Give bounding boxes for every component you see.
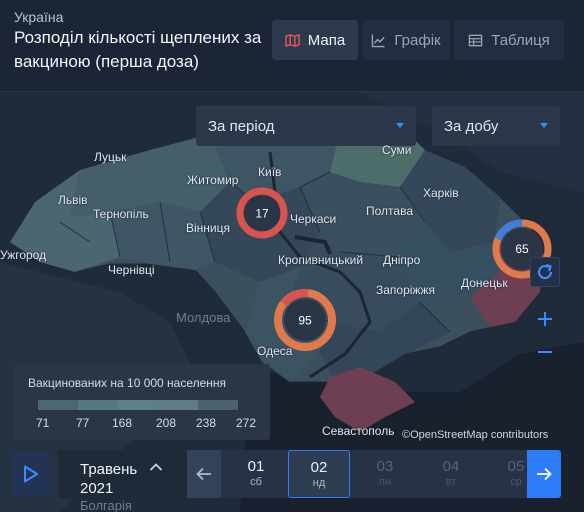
legend-swatch [158,400,198,410]
play-button[interactable] [12,452,50,496]
city-label: Дніпро [383,253,421,267]
legend-tick: 168 [112,416,133,430]
period-select-value: За період [208,117,275,135]
header: Україна Розподіл кількості щеплених за в… [0,0,584,92]
legend-swatch [198,400,238,410]
refresh-icon [537,263,553,280]
period-select[interactable]: За період [196,106,416,146]
legend-tick: 272 [236,416,257,430]
tab-chart-label: Графік [394,31,441,49]
day-weekday: сб [250,476,262,488]
city-label: Київ [258,165,282,179]
play-icon [24,465,38,483]
legend-color-scale [38,400,238,410]
month-name: Травень [80,461,138,478]
chevron-down-icon [396,123,404,128]
month-label: Травень 2021 [80,460,137,498]
day-number: 01 [247,458,265,475]
cluster-marker[interactable]: 17 [234,185,290,241]
city-label: Луцьк [94,150,127,164]
arrow-right-icon [537,467,552,481]
day-number: 04 [442,458,460,475]
minus-icon [538,351,552,353]
city-label: Житомир [187,173,239,187]
legend-title: Вакцинованих на 10 000 населення [28,376,227,390]
city-label: Вінниця [186,221,230,235]
table-icon [468,34,483,46]
day-number: 03 [376,458,394,475]
day-weekday: нд [312,477,326,489]
city-label: Харків [423,186,459,200]
day-item[interactable]: 02 нд [288,450,350,498]
granularity-select[interactable]: За добу [432,106,560,146]
day-number: 05 [507,458,525,475]
tab-map[interactable]: Мапа [272,20,358,60]
city-label: Тернопіль [93,207,149,221]
refresh-button[interactable] [530,257,560,287]
day-item: 05 ср [485,450,527,498]
city-label: Севастополь [322,424,395,438]
day-strip: 01 сб 02 нд 03 пн 04 вт 05 ср [187,450,527,498]
city-label: Суми [382,143,412,157]
legend-tick: 208 [156,416,177,430]
previous-day-button[interactable] [187,450,221,498]
day-weekday: пн [378,476,392,488]
granularity-select-value: За добу [444,117,499,135]
next-day-button[interactable] [527,450,561,498]
tab-chart[interactable]: Графік [362,20,450,60]
cluster-value: 95 [298,314,312,328]
city-label: Черкаси [290,212,337,226]
map-attribution[interactable]: ©OpenStreetMap contributors [402,429,548,441]
legend-tick: 77 [76,416,90,430]
legend-tick: 238 [196,416,217,430]
day-number: 02 [310,459,328,476]
cluster-marker[interactable]: 95 [272,287,338,353]
month-year: 2021 [80,480,114,497]
city-label: Кропивницький [278,253,364,267]
legend-swatch [118,400,158,410]
zoom-in-button[interactable] [530,304,560,334]
city-label: Полтава [366,204,413,218]
timeline: Травень 2021 01 сб 02 нд 03 пн 04 вт 05 … [0,444,584,512]
day-weekday: ср [510,476,522,488]
month-select[interactable]: Травень 2021 [58,450,186,498]
city-label: Ужгород [0,248,47,262]
legend: Вакцинованих на 10 000 населення 71 77 1… [14,364,270,440]
day-weekday: вт [445,476,457,488]
city-label: Львів [58,193,88,207]
region-label: Україна [14,9,64,25]
map-icon [284,33,300,47]
cluster-value: 17 [255,207,269,221]
day-item: 04 вт [420,450,482,498]
city-label: Запоріжжя [376,283,435,297]
legend-swatch [78,400,118,410]
legend-tick: 71 [36,416,50,430]
country-label: Молдова [176,310,231,325]
chevron-up-icon [149,463,163,471]
tab-map-label: Мапа [307,31,346,49]
day-item: 03 пн [354,450,416,498]
day-item[interactable]: 01 сб [225,450,287,498]
cluster-value: 65 [515,242,529,256]
tab-table-label: Таблиця [491,31,550,49]
page-title: Розподіл кількості щеплених за вакциною … [14,28,262,71]
chevron-down-icon [540,123,548,128]
plus-icon [538,312,552,326]
tab-table[interactable]: Таблиця [454,20,564,60]
arrow-left-icon [196,467,211,481]
zoom-out-button[interactable] [530,337,560,367]
legend-swatch [38,400,78,410]
city-label: Чернівці [108,263,155,277]
line-chart-icon [372,33,386,47]
